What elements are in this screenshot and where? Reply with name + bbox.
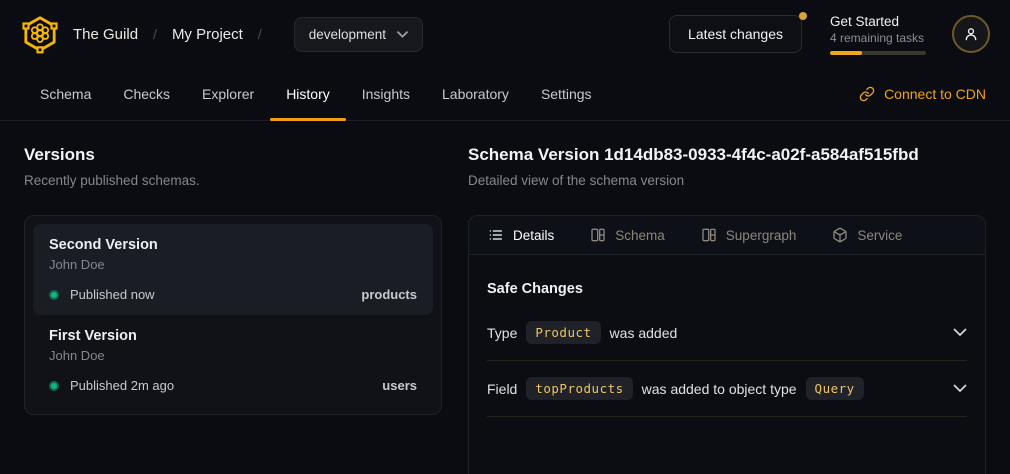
change-row[interactable]: Field topProducts was added to object ty… xyxy=(487,361,967,417)
version-service-badge: users xyxy=(382,378,417,393)
get-started-widget[interactable]: Get Started 4 remaining tasks xyxy=(830,14,926,55)
breadcrumb-project-link[interactable]: My Project xyxy=(172,26,243,43)
change-prefix: Type xyxy=(487,325,517,341)
breadcrumb-separator: / xyxy=(153,26,157,42)
detail-tab-supergraph[interactable]: Supergraph xyxy=(701,227,797,243)
panels-icon xyxy=(590,227,606,243)
version-name: First Version xyxy=(49,328,417,344)
version-status: Published now xyxy=(70,287,155,302)
tab-history[interactable]: History xyxy=(270,68,346,120)
latest-changes-button[interactable]: Latest changes xyxy=(669,15,802,53)
published-status-dot xyxy=(49,290,59,300)
user-avatar[interactable] xyxy=(952,15,990,53)
tab-checks[interactable]: Checks xyxy=(107,68,186,120)
chevron-down-icon xyxy=(397,31,408,38)
tab-laboratory[interactable]: Laboratory xyxy=(426,68,525,120)
schema-version-column: Schema Version 1d14db83-0933-4f4c-a02f-a… xyxy=(468,145,986,474)
tab-schema[interactable]: Schema xyxy=(24,68,107,120)
version-status: Published 2m ago xyxy=(70,378,174,393)
connect-to-cdn-label: Connect to CDN xyxy=(884,86,986,102)
detail-tab-bar: Details Schema xyxy=(469,216,985,255)
versions-subtitle: Recently published schemas. xyxy=(24,173,442,188)
version-list-item[interactable]: Second Version John Doe Published now pr… xyxy=(33,224,433,315)
tab-explorer[interactable]: Explorer xyxy=(186,68,270,120)
change-code-chip: Query xyxy=(806,377,864,400)
list-icon xyxy=(488,227,504,243)
detail-tab-label: Schema xyxy=(615,228,665,243)
cube-icon xyxy=(832,227,848,243)
change-code-chip: topProducts xyxy=(526,377,632,400)
tab-settings[interactable]: Settings xyxy=(525,68,608,120)
version-name: Second Version xyxy=(49,237,417,253)
schema-version-subtitle: Detailed view of the schema version xyxy=(468,173,986,188)
main-content: Versions Recently published schemas. Sec… xyxy=(0,121,1010,474)
detail-tab-details[interactable]: Details xyxy=(488,227,554,243)
environment-dropdown-value: development xyxy=(309,27,386,42)
get-started-progress-track xyxy=(830,51,926,55)
chevron-down-icon[interactable] xyxy=(953,384,967,393)
version-author: John Doe xyxy=(49,257,417,272)
schema-version-panel: Details Schema xyxy=(468,215,986,474)
main-nav: Schema Checks Explorer History Insights … xyxy=(0,68,1010,121)
change-row[interactable]: Type Product was added xyxy=(487,305,967,361)
published-status-dot xyxy=(49,381,59,391)
version-list-item[interactable]: First Version John Doe Published 2m ago … xyxy=(33,315,433,406)
versions-title: Versions xyxy=(24,145,442,165)
panels-icon xyxy=(701,227,717,243)
get-started-subtitle: 4 remaining tasks xyxy=(830,31,926,45)
chevron-down-icon[interactable] xyxy=(953,328,967,337)
breadcrumb-separator: / xyxy=(258,26,262,42)
change-prefix: Field xyxy=(487,381,517,397)
notification-dot xyxy=(799,12,807,20)
detail-body: Safe Changes Type Product was added Fiel… xyxy=(469,255,985,417)
detail-tab-label: Service xyxy=(857,228,902,243)
link-icon xyxy=(859,86,875,102)
user-icon xyxy=(962,25,980,43)
app-header: The Guild / My Project / development Lat… xyxy=(0,0,1010,68)
detail-tab-service[interactable]: Service xyxy=(832,227,902,243)
schema-version-title: Schema Version 1d14db83-0933-4f4c-a02f-a… xyxy=(468,145,986,165)
environment-dropdown[interactable]: development xyxy=(294,17,423,52)
version-status-row: Published 2m ago users xyxy=(49,378,417,393)
get-started-progress-fill xyxy=(830,51,862,55)
header-right-group: Latest changes Get Started 4 remaining t… xyxy=(669,14,990,55)
change-middle: was added to object type xyxy=(642,381,797,397)
version-service-badge: products xyxy=(361,287,417,302)
detail-tab-label: Supergraph xyxy=(726,228,797,243)
brand-home-link[interactable]: The Guild xyxy=(20,14,138,54)
tab-insights[interactable]: Insights xyxy=(346,68,426,120)
change-code-chip: Product xyxy=(526,321,600,344)
version-author: John Doe xyxy=(49,348,417,363)
guild-logo-icon xyxy=(20,14,60,54)
safe-changes-heading: Safe Changes xyxy=(487,281,967,297)
detail-tab-schema[interactable]: Schema xyxy=(590,227,665,243)
versions-list: Second Version John Doe Published now pr… xyxy=(24,215,442,415)
versions-column: Versions Recently published schemas. Sec… xyxy=(24,145,442,474)
version-status-row: Published now products xyxy=(49,287,417,302)
org-name: The Guild xyxy=(73,26,138,43)
change-suffix: was added xyxy=(610,325,678,341)
get-started-title: Get Started xyxy=(830,14,926,29)
detail-tab-label: Details xyxy=(513,228,554,243)
connect-to-cdn-link[interactable]: Connect to CDN xyxy=(859,68,986,120)
